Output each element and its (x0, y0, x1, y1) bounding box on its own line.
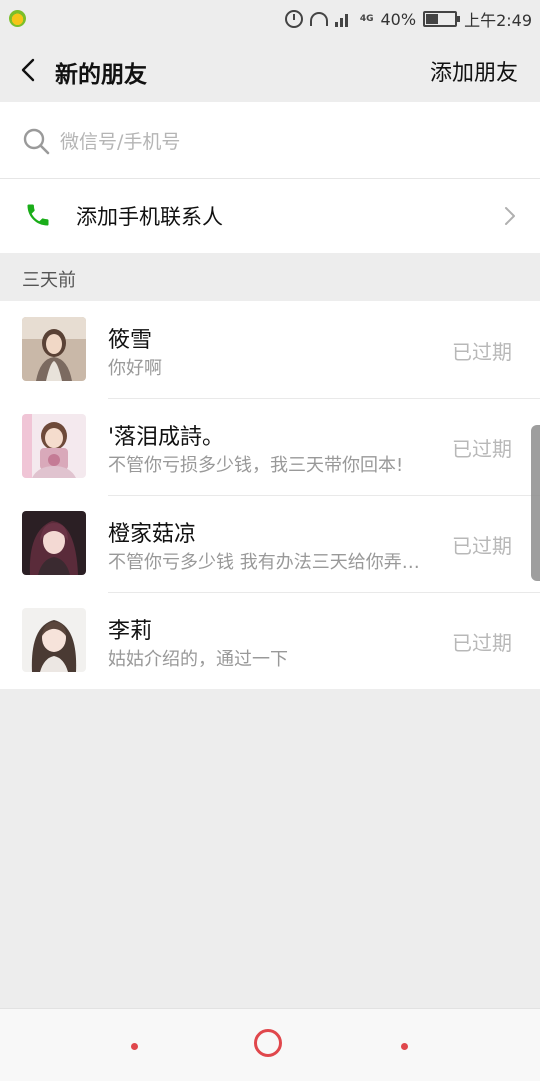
request-message: 不管你亏损多少钱，我三天带你回本! (108, 455, 404, 476)
add-phone-contacts-label: 添加手机联系人 (76, 205, 223, 229)
list-item[interactable]: '落泪成詩。 不管你亏损多少钱，我三天带你回本! 已过期 (0, 398, 540, 495)
edge-scroll-handle[interactable] (531, 425, 540, 581)
nav-back-button[interactable] (131, 1043, 138, 1050)
friend-request-list: 筱雪 你好啊 已过期 '落泪成詩。 不管你亏损多少钱，我三天带你回本! 已过期 (0, 301, 540, 689)
search-input[interactable] (58, 124, 502, 160)
battery-icon (423, 11, 461, 27)
alarm-icon (284, 10, 303, 28)
expired-status: 已过期 (452, 534, 512, 558)
app-notification-icon (9, 10, 26, 27)
expired-status: 已过期 (452, 631, 512, 655)
phone-icon (27, 204, 49, 226)
avatar[interactable] (22, 511, 86, 575)
list-item[interactable]: 李莉 姑姑介绍的，通过一下 已过期 (0, 592, 540, 689)
section-header: 三天前 (0, 253, 540, 301)
headphones-icon (309, 12, 328, 26)
status-icons: 4G 40% 上午2:49 (284, 9, 532, 30)
system-nav-bar (0, 1008, 540, 1081)
back-icon[interactable] (18, 58, 42, 82)
request-name: '落泪成詩。 (108, 425, 225, 450)
expired-status: 已过期 (452, 340, 512, 364)
clock: 上午2:49 (464, 11, 532, 30)
request-message: 姑姑介绍的，通过一下 (108, 649, 288, 670)
request-name: 橙家菇凉 (108, 522, 197, 547)
list-item[interactable]: 筱雪 你好啊 已过期 (0, 301, 540, 398)
search-icon (23, 128, 50, 155)
signal-icon (334, 11, 353, 27)
nav-home-button[interactable] (254, 1029, 282, 1057)
expired-status: 已过期 (452, 437, 512, 461)
network-type: 4G (359, 13, 374, 24)
battery-percent: 40% (380, 9, 417, 29)
request-name: 筱雪 (108, 328, 153, 353)
page-title: 新的朋友 (55, 62, 147, 88)
search-bar (0, 102, 540, 179)
add-phone-contacts-row[interactable]: 添加手机联系人 (0, 179, 540, 253)
nav-recents-button[interactable] (401, 1043, 408, 1050)
add-friend-button[interactable]: 添加朋友 (430, 55, 518, 87)
avatar[interactable] (22, 317, 86, 381)
request-name: 李莉 (108, 619, 153, 644)
avatar[interactable] (22, 608, 86, 672)
request-message: 不管你亏多少钱 我有办法三天给你弄回本 (108, 552, 433, 573)
title-bar: 新的朋友 添加朋友 (0, 38, 540, 102)
chevron-right-icon (505, 207, 515, 225)
section-label: 三天前 (22, 270, 76, 291)
avatar[interactable] (22, 414, 86, 478)
list-item[interactable]: 橙家菇凉 不管你亏多少钱 我有办法三天给你弄回本 已过期 (0, 495, 540, 592)
request-message: 你好啊 (108, 358, 162, 379)
status-bar: 4G 40% 上午2:49 (0, 0, 540, 38)
